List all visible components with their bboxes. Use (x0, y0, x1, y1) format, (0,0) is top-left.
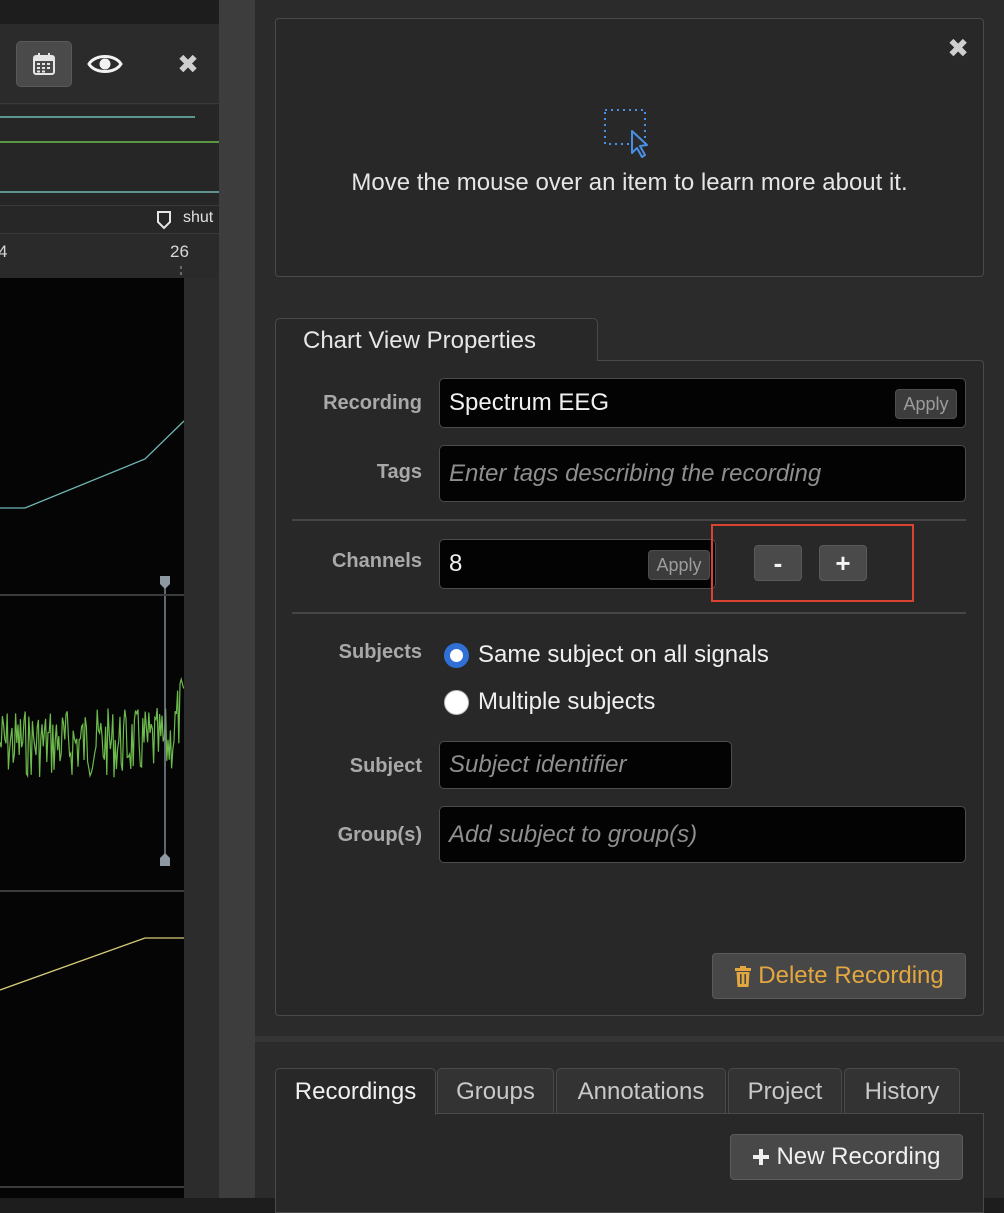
overview-traces (0, 105, 219, 205)
tab-chart-view-properties[interactable]: Chart View Properties (275, 318, 598, 361)
tab-annotations[interactable]: Annotations (556, 1068, 726, 1114)
signal-separator (0, 890, 184, 892)
signal-separator (0, 1186, 184, 1188)
signal-plots (0, 278, 185, 1198)
help-box: ✖ Move the mouse over an item to learn m… (275, 18, 984, 277)
plus-icon (753, 1149, 770, 1165)
delete-recording-button[interactable]: Delete Recording (712, 953, 966, 999)
marker-label: shut (183, 209, 214, 226)
overview-lines-svg (0, 116, 219, 193)
delete-recording-label: Delete Recording (758, 962, 944, 989)
chart-scroll-gutter[interactable] (184, 278, 219, 1198)
groups-placeholder: Add subject to group(s) (449, 820, 698, 848)
annotation-marker-row: shut (0, 205, 219, 234)
tab-recordings[interactable]: Recordings (275, 1068, 436, 1115)
close-icon[interactable]: ✖ (172, 48, 204, 80)
panel-separator (255, 1036, 1004, 1042)
visibility-button[interactable] (84, 44, 126, 84)
help-text: Move the mouse over an item to learn mor… (351, 169, 908, 196)
new-recording-label: New Recording (776, 1143, 941, 1170)
tags-input[interactable]: Enter tags describing the recording (439, 445, 966, 502)
chart-toolbar: ✖ (0, 24, 219, 104)
subject-placeholder: Subject identifier (449, 751, 627, 778)
subjects-label: Subjects (338, 641, 422, 663)
marker-flag-icon[interactable] (156, 210, 172, 230)
signal-traces-svg (0, 420, 185, 991)
channels-value: 8 (449, 550, 463, 577)
recording-apply-button[interactable]: Apply (895, 389, 957, 419)
subject-input[interactable]: Subject identifier (439, 741, 732, 789)
tick-label: 26 (170, 242, 189, 261)
recordings-tab-panel: New Recording (275, 1113, 984, 1213)
tab-groups[interactable]: Groups (437, 1068, 554, 1114)
groups-label: Group(s) (337, 824, 422, 846)
recording-name-input[interactable]: Spectrum EEG (439, 378, 966, 428)
divider (292, 612, 966, 614)
chart-view-properties-panel: Recording Spectrum EEG Apply Tags Enter … (275, 360, 984, 1016)
recording-name-value: Spectrum EEG (449, 389, 610, 416)
tags-placeholder: Enter tags describing the recording (449, 459, 822, 487)
multiple-subjects-option[interactable]: Multiple subjects (444, 688, 655, 716)
new-recording-button[interactable]: New Recording (730, 1134, 963, 1180)
trash-icon (735, 965, 752, 987)
same-subject-option[interactable]: Same subject on all signals (444, 641, 769, 669)
tab-label: Chart View Properties (303, 327, 536, 354)
channels-label: Channels (331, 550, 422, 572)
radio-unselected-icon[interactable] (444, 689, 469, 715)
tick-label: 4 (0, 242, 8, 261)
channels-apply-button[interactable]: Apply (648, 550, 710, 580)
select-cursor-icon (604, 109, 648, 158)
groups-input[interactable]: Add subject to group(s) (439, 806, 966, 863)
side-panel: ✖ Move the mouse over an item to learn m… (255, 0, 1004, 1213)
pane-splitter[interactable] (219, 0, 255, 1198)
multiple-subjects-label: Multiple subjects (478, 688, 656, 715)
tags-label: Tags (376, 461, 422, 483)
highlight-box (711, 524, 914, 602)
tab-history[interactable]: History (844, 1068, 960, 1114)
calendar-icon (33, 53, 55, 75)
radio-selected-icon[interactable] (444, 642, 469, 668)
same-subject-label: Same subject on all signals (478, 641, 769, 668)
signal-separator (0, 594, 184, 596)
tab-project[interactable]: Project (728, 1068, 842, 1114)
divider (292, 519, 966, 521)
subject-label: Subject (349, 755, 422, 777)
eye-icon (87, 55, 123, 73)
time-axis: 4 26 (0, 234, 219, 278)
tick-mark (180, 266, 182, 278)
chart-pane: ✖ shut 4 26 (0, 24, 219, 1198)
recording-label: Recording (323, 392, 422, 414)
calendar-button[interactable] (16, 41, 72, 87)
close-icon[interactable]: ✖ (947, 33, 969, 64)
